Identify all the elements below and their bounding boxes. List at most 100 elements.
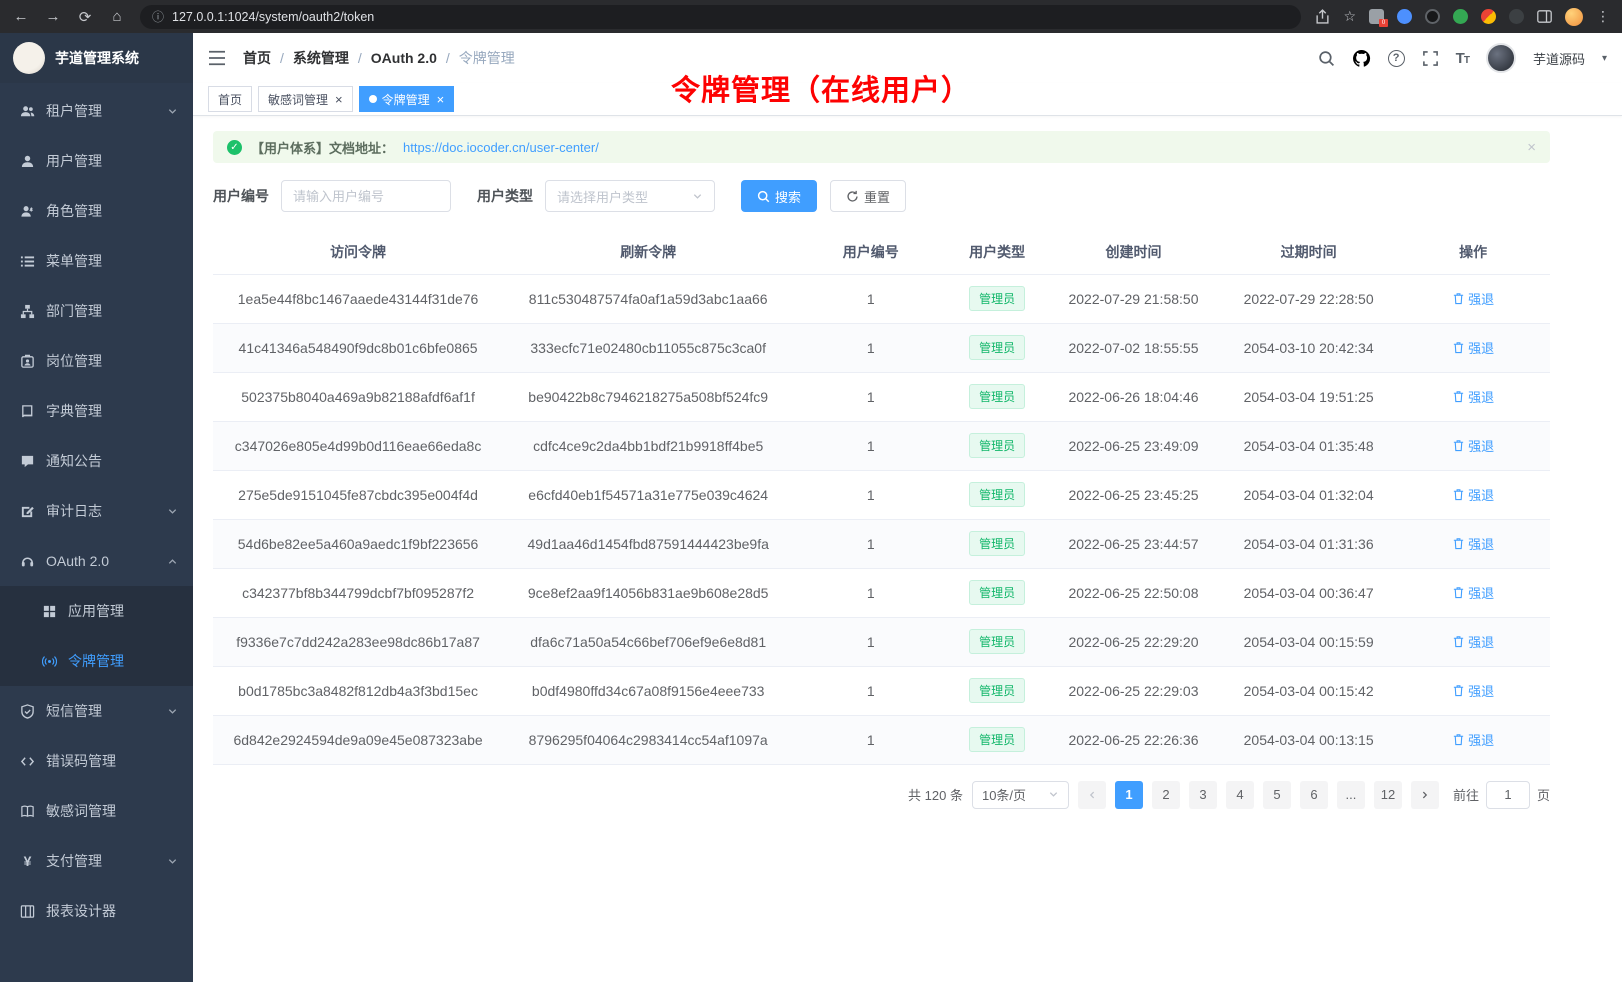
oauth-submenu: 应用管理 令牌管理 xyxy=(0,586,193,686)
sidebar-item-report[interactable]: 报表设计器 xyxy=(0,886,193,936)
sidebar-item-audit[interactable]: 审计日志 xyxy=(0,486,193,536)
force-logout-link[interactable]: 强退 xyxy=(1452,730,1494,749)
forward-icon[interactable]: → xyxy=(44,8,62,25)
sidebar-subitem-app[interactable]: 应用管理 xyxy=(0,586,193,636)
tab-token-management[interactable]: 令牌管理 × xyxy=(359,86,455,112)
cell-refresh-token: 811c530487574fa0af1a59d3abc1aa66 xyxy=(503,274,793,323)
extension-icon-dark[interactable] xyxy=(1425,9,1440,24)
goto-page-input[interactable] xyxy=(1486,781,1530,809)
reset-button[interactable]: 重置 xyxy=(830,180,906,212)
fullscreen-icon[interactable] xyxy=(1422,50,1439,67)
search-button[interactable]: 搜索 xyxy=(741,180,817,212)
help-icon[interactable]: ? xyxy=(1388,50,1405,67)
force-logout-link[interactable]: 强退 xyxy=(1452,338,1494,357)
force-logout-link[interactable]: 强退 xyxy=(1452,681,1494,700)
page-size-select[interactable]: 10条/页 xyxy=(972,781,1069,809)
site-info-icon[interactable]: ⓘ xyxy=(152,8,164,25)
tab-sensitive-words[interactable]: 敏感词管理 × xyxy=(258,86,353,112)
sidebar-item-menu[interactable]: 菜单管理 xyxy=(0,236,193,286)
chevron-down-icon xyxy=(167,506,178,517)
force-logout-link[interactable]: 强退 xyxy=(1452,289,1494,308)
alert-close-icon[interactable]: × xyxy=(1527,139,1536,156)
cell-user-id: 1 xyxy=(793,421,948,470)
app-logo xyxy=(13,42,45,74)
extension-icon-adblock[interactable]: 0 xyxy=(1369,9,1384,24)
page-button[interactable]: 4 xyxy=(1226,781,1254,809)
cell-user-type: 管理员 xyxy=(948,666,1046,715)
page-button[interactable]: 1 xyxy=(1115,781,1143,809)
cell-refresh-token: dfa6c71a50a54c66bef706ef9e6e8d81 xyxy=(503,617,793,666)
sidebar-item-errorcode[interactable]: 错误码管理 xyxy=(0,736,193,786)
ellipsis-button[interactable]: ... xyxy=(1337,781,1365,809)
extension-icon-green[interactable] xyxy=(1453,9,1468,24)
page-button[interactable]: 12 xyxy=(1374,781,1402,809)
user-menu-caret-icon[interactable]: ▾ xyxy=(1602,53,1607,64)
page-button[interactable]: 2 xyxy=(1152,781,1180,809)
cell-user-type: 管理员 xyxy=(948,568,1046,617)
cell-user-id: 1 xyxy=(793,519,948,568)
force-logout-link[interactable]: 强退 xyxy=(1452,436,1494,455)
force-logout-link[interactable]: 强退 xyxy=(1452,632,1494,651)
trash-icon xyxy=(1452,635,1465,648)
chevron-down-icon xyxy=(167,856,178,867)
oauth-icon xyxy=(20,554,35,569)
back-icon[interactable]: ← xyxy=(12,8,30,25)
extension-icon-blue[interactable] xyxy=(1397,9,1412,24)
sidebar-item-tenant[interactable]: 租户管理 xyxy=(0,86,193,136)
page-button[interactable]: 6 xyxy=(1300,781,1328,809)
sidebar-item-user[interactable]: 用户管理 xyxy=(0,136,193,186)
force-logout-link[interactable]: 强退 xyxy=(1452,583,1494,602)
browser-menu-kebab-icon[interactable]: ⋮ xyxy=(1596,8,1610,25)
user-id-input[interactable] xyxy=(281,180,451,212)
sidebar-toggle-icon[interactable] xyxy=(208,50,226,66)
url-bar[interactable]: ⓘ 127.0.0.1:1024/system/oauth2/token xyxy=(140,5,1301,29)
cell-refresh-token: cdfc4ce9c2da4bb1bdf21b9918ff4be5 xyxy=(503,421,793,470)
breadcrumb-home[interactable]: 首页 xyxy=(243,48,271,68)
close-icon[interactable]: × xyxy=(335,93,343,106)
sidebar-item-dept[interactable]: 部门管理 xyxy=(0,286,193,336)
force-logout-link[interactable]: 强退 xyxy=(1452,534,1494,553)
cell-user-type: 管理员 xyxy=(948,372,1046,421)
cell-expires: 2054-03-04 01:32:04 xyxy=(1221,470,1396,519)
user-avatar[interactable] xyxy=(1486,43,1516,73)
search-icon[interactable] xyxy=(1318,50,1335,67)
cell-actions: 强退 xyxy=(1396,372,1550,421)
page-button[interactable]: 3 xyxy=(1189,781,1217,809)
force-logout-link[interactable]: 强退 xyxy=(1452,485,1494,504)
sidebar-subitem-token[interactable]: 令牌管理 xyxy=(0,636,193,686)
reload-icon[interactable]: ⟳ xyxy=(76,8,94,26)
extensions-puzzle-icon[interactable] xyxy=(1481,9,1496,24)
tab-home[interactable]: 首页 xyxy=(208,86,252,112)
app-title: 芋道管理系统 xyxy=(55,48,139,68)
profile-avatar[interactable] xyxy=(1565,8,1583,26)
side-panel-icon[interactable] xyxy=(1537,10,1552,23)
sidebar-item-post[interactable]: 岗位管理 xyxy=(0,336,193,386)
doc-link[interactable]: https://doc.iocoder.cn/user-center/ xyxy=(403,140,599,155)
font-size-icon[interactable]: TT xyxy=(1456,50,1469,67)
page-button[interactable]: 5 xyxy=(1263,781,1291,809)
close-icon[interactable]: × xyxy=(437,93,445,106)
force-logout-link[interactable]: 强退 xyxy=(1452,387,1494,406)
cell-actions: 强退 xyxy=(1396,666,1550,715)
user-type-select[interactable]: 请选择用户类型 xyxy=(545,180,715,212)
share-icon[interactable] xyxy=(1315,9,1330,24)
bookmark-star-icon[interactable]: ☆ xyxy=(1343,8,1356,25)
sidebar-item-sms[interactable]: 短信管理 xyxy=(0,686,193,736)
next-page-button[interactable] xyxy=(1411,781,1439,809)
sidebar-item-dict[interactable]: 字典管理 xyxy=(0,386,193,436)
user-type-badge: 管理员 xyxy=(969,678,1025,703)
app-logo-row[interactable]: 芋道管理系统 xyxy=(0,33,193,83)
home-icon[interactable]: ⌂ xyxy=(108,8,126,25)
sidebar-item-notice[interactable]: 通知公告 xyxy=(0,436,193,486)
sidebar-item-oauth[interactable]: OAuth 2.0 xyxy=(0,536,193,586)
breadcrumb-oauth[interactable]: OAuth 2.0 xyxy=(371,50,437,66)
github-icon[interactable] xyxy=(1352,49,1371,68)
sidebar-item-role[interactable]: 角色管理 xyxy=(0,186,193,236)
sidebar-item-sensitive[interactable]: 敏感词管理 xyxy=(0,786,193,836)
user-type-badge: 管理员 xyxy=(969,384,1025,409)
breadcrumb-system[interactable]: 系统管理 xyxy=(293,48,349,68)
prev-page-button[interactable] xyxy=(1078,781,1106,809)
success-icon: ✓ xyxy=(227,140,242,155)
sidebar-item-pay[interactable]: ¥ 支付管理 xyxy=(0,836,193,886)
extension-icon-gray[interactable] xyxy=(1509,9,1524,24)
